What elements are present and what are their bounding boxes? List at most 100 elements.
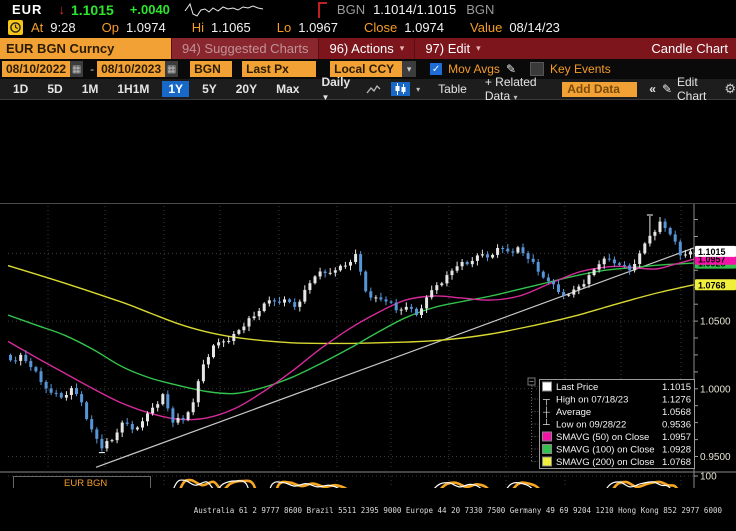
svg-text:1.0957: 1.0957: [662, 432, 691, 443]
range-1d[interactable]: 1D: [7, 81, 34, 97]
price-change: +.0040: [129, 2, 170, 17]
quote-bar: EUR ↓ 1.1015 +.0040 BGN 1.1014/1.1015 BG…: [0, 0, 736, 38]
related-data-button[interactable]: + Related Data ▾: [485, 75, 546, 103]
quote-bracket: [317, 1, 327, 18]
mov-avgs-label: Mov Avgs: [448, 62, 500, 76]
svg-text:1.0568: 1.0568: [662, 407, 691, 418]
suggested-charts-button[interactable]: 94) Suggested Charts: [171, 38, 319, 59]
range-20y[interactable]: 20Y: [230, 81, 263, 97]
svg-text:1.0000: 1.0000: [700, 384, 731, 395]
page-title: Candle Chart: [651, 41, 728, 56]
bloomberg-terminal-window: EUR ↓ 1.1015 +.0040 BGN 1.1014/1.1015 BG…: [0, 0, 736, 531]
actions-label: 96) Actions: [329, 41, 394, 56]
actions-menu-button[interactable]: 96) Actions ▾: [318, 38, 414, 59]
price-source-field[interactable]: BGN: [190, 61, 233, 77]
at-time: 9:28: [50, 20, 76, 35]
svg-text:1.0768: 1.0768: [662, 457, 691, 468]
key-events-checkbox[interactable]: [530, 62, 544, 76]
edit-mov-avgs-pencil-icon[interactable]: ✎: [506, 62, 516, 76]
svg-text:EUR BGN: EUR BGN: [64, 478, 107, 488]
ask-source: BGN: [466, 2, 495, 17]
chevron-down-icon: ▾: [399, 43, 405, 53]
edit-chart-button[interactable]: Edit Chart: [677, 75, 714, 103]
edit-chart-pencil-icon[interactable]: ✎: [662, 82, 672, 96]
range-5y[interactable]: 5Y: [196, 81, 223, 97]
svg-text:0.9536: 0.9536: [662, 420, 691, 431]
at-label: At: [31, 20, 44, 35]
svg-text:1.0500: 1.0500: [700, 317, 731, 328]
close-label: Close: [364, 20, 398, 35]
range-max[interactable]: Max: [270, 81, 305, 97]
edit-menu-button[interactable]: 97) Edit ▾: [414, 38, 490, 59]
value-label: Value: [470, 20, 503, 35]
svg-text:SMAVG (100) on Close: SMAVG (100) on Close: [556, 445, 655, 456]
period-label: Daily: [321, 75, 351, 89]
svg-text:1.1276: 1.1276: [662, 395, 691, 406]
date-from-field[interactable]: 08/10/2022: [2, 61, 71, 77]
open-value: 1.0974: [125, 20, 166, 35]
low-value: 1.0967: [298, 20, 338, 35]
add-data-input[interactable]: Add Data: [562, 81, 638, 97]
date-range-separator: -: [90, 62, 95, 76]
terminal-footer: Australia 61 2 9777 8600 Brazil 5511 239…: [0, 488, 722, 531]
edit-label: 97) Edit: [425, 41, 471, 56]
menu-bar: EUR BGN Curncy 94) Suggested Charts 96) …: [0, 38, 736, 59]
table-button[interactable]: Table: [438, 82, 467, 96]
candle-chart-type-button[interactable]: [391, 82, 411, 96]
range-1h1m[interactable]: 1H1M: [111, 81, 155, 97]
svg-text:100: 100: [700, 472, 717, 483]
chart-type-dropdown-caret[interactable]: ▾: [416, 85, 420, 94]
svg-text:Low on 09/28/22: Low on 09/28/22: [556, 420, 626, 431]
last-price: 1.1015: [70, 1, 114, 18]
svg-text:┴: ┴: [542, 419, 550, 431]
svg-text:┬: ┬: [542, 395, 550, 407]
footer-line-1: Australia 61 2 9777 8600 Brazil 5511 239…: [193, 506, 722, 515]
range-5d[interactable]: 5D: [41, 81, 68, 97]
price-field-selector[interactable]: Last Px: [242, 61, 317, 77]
mov-avgs-checkbox[interactable]: ✓: [430, 63, 443, 75]
clock-icon: [8, 20, 23, 35]
svg-text:1.0768: 1.0768: [698, 280, 726, 290]
svg-text:High on 07/18/23: High on 07/18/23: [556, 395, 628, 406]
value-date: 08/14/23: [509, 20, 560, 35]
svg-text:SMAVG (50) on Close: SMAVG (50) on Close: [556, 432, 649, 443]
price-chart[interactable]: 1.05001.00000.95001.09281.07681.09571.10…: [0, 100, 736, 531]
range-1m[interactable]: 1M: [76, 81, 105, 97]
bid-ask: 1.1014/1.1015: [373, 2, 457, 17]
study-legend[interactable]: EUR BGN%DS(5)23.2836%DSS(3)25.4702: [13, 476, 151, 514]
line-chart-type-button[interactable]: [366, 84, 381, 95]
svg-text:Last Price: Last Price: [556, 382, 598, 393]
low-label: Lo: [276, 20, 292, 35]
collapse-panel-button[interactable]: «: [649, 82, 656, 96]
open-label: Op: [101, 20, 119, 35]
price-down-arrow-icon: ↓: [58, 2, 65, 17]
calendar-icon[interactable]: ▦: [70, 61, 84, 77]
svg-text:1.0928: 1.0928: [662, 445, 691, 456]
svg-text:Average: Average: [556, 407, 591, 418]
date-to-field[interactable]: 08/10/2023: [97, 61, 166, 77]
range-1y[interactable]: 1Y: [162, 81, 190, 97]
chart-legend[interactable]: Last Price 1.1015 ┬ High on 07/18/23 1.1276 ┼…: [527, 377, 695, 469]
calendar-icon[interactable]: ▦: [165, 61, 179, 77]
ticker-symbol: EUR: [12, 2, 43, 17]
svg-text:1.1015: 1.1015: [662, 382, 691, 393]
svg-text:1.1015: 1.1015: [698, 247, 726, 257]
high-value: 1.1065: [211, 20, 251, 35]
svg-text:SMAVG (200) on Close: SMAVG (200) on Close: [556, 457, 655, 468]
bid-source: BGN: [336, 2, 366, 17]
chevron-down-icon: ▾: [476, 43, 481, 53]
chart-settings-gear-icon[interactable]: ⚙: [724, 81, 736, 97]
close-value: 1.0974: [404, 20, 445, 35]
security-field[interactable]: EUR BGN Curncy: [0, 38, 171, 59]
high-label: Hi: [191, 20, 204, 35]
currency-dropdown-button[interactable]: ▾: [402, 61, 417, 77]
related-data-label: + Related Data: [484, 75, 537, 103]
intraday-sparkline: [184, 2, 264, 17]
chart-toolbar: 1D 5D 1M 1H1M 1Y 5Y 20Y Max Daily ▼ ▾ Ta…: [0, 75, 736, 103]
svg-text:┼: ┼: [542, 406, 550, 418]
key-events-label: Key Events: [550, 62, 611, 76]
price-badges: 1.09281.07681.09571.1015: [695, 245, 736, 291]
chart-area: 1.05001.00000.95001.09281.07681.09571.10…: [0, 100, 736, 531]
svg-text:0.9500: 0.9500: [700, 452, 731, 463]
settings-bar: 08/10/2022 ▦ - 08/10/2023 ▦ BGN Last Px …: [0, 59, 736, 79]
